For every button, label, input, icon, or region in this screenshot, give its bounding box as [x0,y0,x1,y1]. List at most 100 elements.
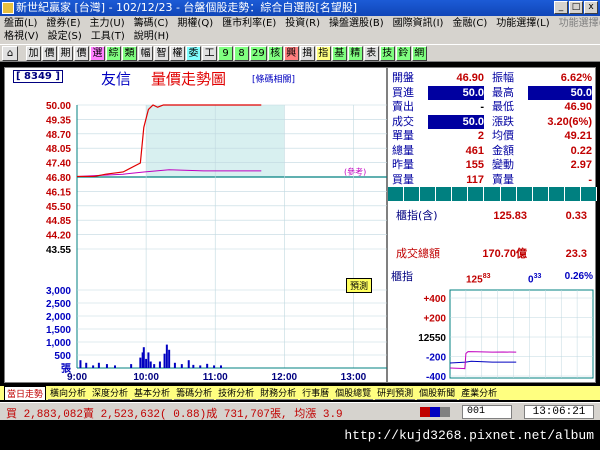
tab-6[interactable]: 財務分析 [258,386,299,400]
toolbar-button-0[interactable]: 加 [26,45,41,61]
turnover-change: 23.3 [565,248,587,260]
menu-main-item-9[interactable]: 金融(C) [452,17,487,30]
quote-value: 50.0 [528,85,592,100]
volume-tick-label: 3,000 [46,286,71,297]
toolbar-button-16[interactable]: 興 [283,45,299,61]
quote-row: 買進 50.0 最高 50.0 [388,85,597,100]
menu-main-item-8[interactable]: 國際資訊(I) [393,17,444,30]
toolbar-button-4[interactable]: 選 [90,45,105,61]
close-button[interactable]: x [584,1,598,14]
tab-1[interactable]: 橫向分析 [48,386,89,400]
tab-0[interactable]: 當日走勢 [4,386,47,400]
maximize-button[interactable]: □ [569,1,583,14]
quote-label: 總量 [392,143,414,157]
menu-main-item-7[interactable]: 操盤選股(B) [329,17,384,30]
color-strip [388,187,598,201]
time-tick-label: 9:00 [67,372,87,383]
home-icon[interactable]: ⌂ [2,45,18,61]
toolbar-button-17[interactable]: 揖 [299,45,315,61]
mini-tick-label: 12550 [418,333,446,344]
menu-sec-item-1[interactable]: 設定(S) [48,30,82,43]
quote-label: 買量 [392,172,414,186]
menu-main-item-5[interactable]: 匯市利率(E) [222,17,276,30]
price-tick-label: 49.35 [46,115,71,126]
menu-main-item-1[interactable]: 證券(E) [46,17,80,30]
quote-value: - [588,173,592,186]
toolbar-button-20[interactable]: 精 [347,45,363,61]
market-summary: 買 2,883,082賣 2,523,632( 0.88)成 731,707張,… [6,409,343,421]
quote-value: 0.22 [570,144,592,157]
price-tick-label: 46.80 [46,173,71,184]
menu-main-item-10[interactable]: 功能選擇(L) [496,17,549,30]
toolbar-button-13[interactable]: 8 [234,45,249,61]
turnover-row: 成交總額 170.70億 23.3 [388,247,597,261]
toolbar-button-21[interactable]: 表 [363,45,379,61]
toolbar-button-15[interactable]: 核 [267,45,283,61]
volume-tick-label: 2,500 [46,299,71,310]
tab-11[interactable]: 產業分析 [459,386,500,400]
toolbar-button-19[interactable]: 基 [331,45,347,61]
menu-main-item-0[interactable]: 盤面(L) [4,17,37,30]
price-tick-label: 48.05 [46,144,71,155]
toolbar-button-14[interactable]: 29 [250,45,267,61]
turnover-label: 成交總額 [396,247,440,260]
toolbar-button-11[interactable]: 工 [202,45,217,61]
toolbar-button-6[interactable]: 類 [122,45,137,61]
toolbar-button-23[interactable]: 鈴 [395,45,411,61]
toolbar-button-18[interactable]: 指 [315,45,331,61]
toolbar-button-2[interactable]: 期 [58,45,73,61]
price-tick-label: 44.85 [46,216,71,227]
quote-value: 117 [466,173,484,186]
quote-value: 3.20(6%) [547,115,592,128]
volume-tick-label: 500 [54,351,71,362]
tab-8[interactable]: 個股總覽 [333,386,374,400]
quote-value: 50.0 [428,114,484,129]
toolbar-button-8[interactable]: 智 [154,45,169,61]
quote-value: 2.97 [570,159,592,171]
tab-9[interactable]: 研判預測 [375,386,416,400]
quote-label: 成交 [392,114,414,128]
quote-label: 開盤 [392,71,414,84]
toolbar-button-1[interactable]: 價 [42,45,57,61]
tab-10[interactable]: 個股新聞 [417,386,458,400]
quote-label: 均價 [492,129,514,142]
menu-row-secondary: 格視(V) 設定(S) 工具(T) 說明(H) [4,30,178,43]
menu-main-item-4[interactable]: 期權(Q) [177,17,213,30]
price-tick-label: 45.50 [46,202,71,213]
menu-sec-item-0[interactable]: 格視(V) [4,30,39,43]
quote-value: 6.62% [560,72,592,84]
quote-label: 昨量 [392,158,414,171]
predict-button[interactable]: 預測 [346,278,373,293]
tab-5[interactable]: 技術分析 [216,386,257,400]
menu-main-item-6[interactable]: 投資(R) [285,17,320,30]
toolbar-button-24[interactable]: 網 [411,45,427,61]
tab-4[interactable]: 籌碼分析 [174,386,215,400]
toolbar-button-12[interactable]: 9 [218,45,233,61]
toolbar-button-22[interactable]: 技 [379,45,395,61]
price-tick-label: 47.40 [46,159,71,170]
quote-label: 賣量 [492,172,514,186]
menu-sec-item-2[interactable]: 工具(T) [91,30,125,43]
quote-value: 49.21 [564,130,592,142]
tab-2[interactable]: 深度分析 [90,386,131,400]
quote-label: 最高 [492,85,514,99]
toolbar-button-7[interactable]: 幅 [138,45,153,61]
quote-label: 最低 [492,100,514,113]
quote-value: 2 [477,130,484,142]
toolbar-button-10[interactable]: 委 [186,45,201,61]
toolbar-button-9[interactable]: 權 [170,45,185,61]
tab-7[interactable]: 行事曆 [300,386,332,400]
menu-main-item-3[interactable]: 籌碼(C) [134,17,169,30]
mini-index-pct: 0.26% [564,271,593,282]
menu-main-item-2[interactable]: 主力(U) [90,17,125,30]
toolbar-button-3[interactable]: 價 [74,45,89,61]
mini-index-header: 櫃指 12583 033 0.26% [388,270,597,285]
toolbar-button-5[interactable]: 綜 [106,45,121,61]
menu-main-item-11[interactable]: 功能選擇(Z) [559,17,600,30]
menu-sec-item-3[interactable]: 說明(H) [134,30,169,43]
quote-label: 振幅 [492,71,514,84]
tab-3[interactable]: 基本分析 [132,386,173,400]
mini-index-chart: +400 +200 12550 -200 -400 [418,289,594,383]
minimize-button[interactable]: _ [554,1,568,14]
quote-label: 買進 [392,85,414,99]
